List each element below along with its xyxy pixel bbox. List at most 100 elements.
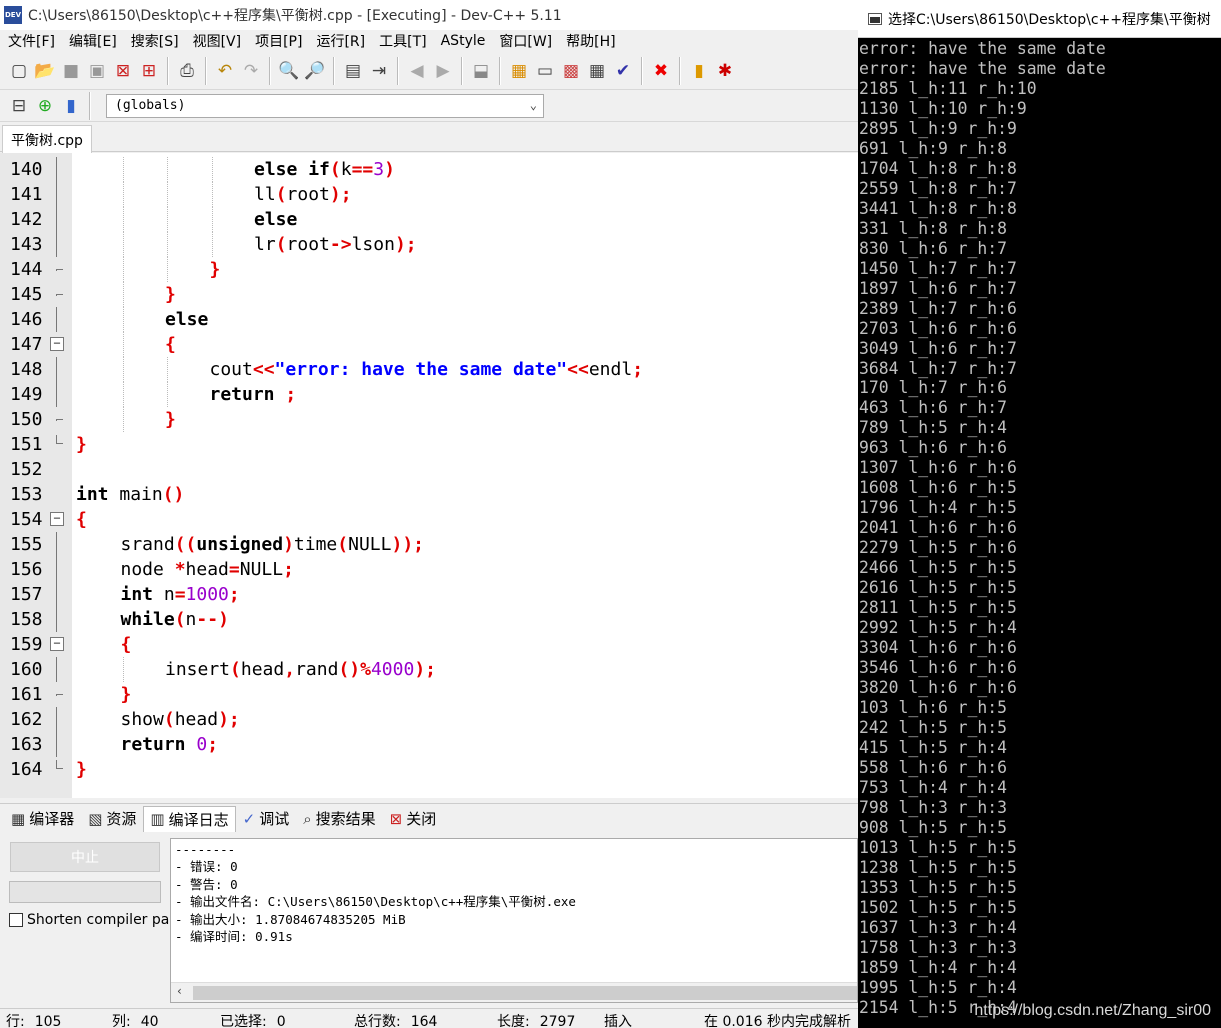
- add-project-icon[interactable]: ⊕: [33, 94, 57, 118]
- replace-icon[interactable]: 🔎: [303, 59, 327, 83]
- close-all-icon[interactable]: ⊞: [137, 59, 161, 83]
- menu-item-6[interactable]: 工具[T]: [371, 31, 432, 51]
- debug-icon[interactable]: ✱: [713, 59, 737, 83]
- line-number: 149: [10, 384, 43, 405]
- stop-execution-icon[interactable]: ✖: [649, 59, 673, 83]
- run-icon[interactable]: ▭: [533, 59, 557, 83]
- menu-item-4[interactable]: 项目[P]: [247, 31, 308, 51]
- menu-item-3[interactable]: 视图[V]: [185, 31, 248, 51]
- code-line[interactable]: 147− {: [0, 332, 858, 357]
- shorten-paths-checkbox[interactable]: [9, 913, 23, 927]
- line-number: 150: [10, 409, 43, 430]
- tab-label: 搜索结果: [315, 810, 376, 828]
- close-file-icon[interactable]: ⊠: [111, 59, 135, 83]
- code-line[interactable]: 151}: [0, 432, 858, 457]
- menu-item-9[interactable]: 帮助[H]: [558, 31, 621, 51]
- fold-toggle-icon[interactable]: −: [50, 512, 64, 526]
- scrollbar-thumb[interactable]: [193, 986, 857, 1000]
- console-line: 1450 l_h:7 r_h:7: [859, 258, 1017, 278]
- fold-line: [56, 232, 57, 257]
- fold-toggle-icon[interactable]: −: [50, 637, 64, 651]
- log-horizontal-scrollbar[interactable]: ‹: [171, 982, 857, 1002]
- tab-balanced-tree-cpp[interactable]: 平衡树.cpp: [2, 125, 92, 153]
- insert-icon[interactable]: ⊟: [7, 94, 31, 118]
- tab-close[interactable]: ⊠ 关闭: [383, 806, 444, 832]
- code-line[interactable]: 143 lr(root->lson);: [0, 232, 858, 257]
- code-line[interactable]: 140 else if(k==3): [0, 157, 858, 182]
- compile-run-icon[interactable]: ▩: [559, 59, 583, 83]
- console-line: 963 l_h:6 r_h:6: [859, 438, 1008, 458]
- code-line[interactable]: 149 return ;: [0, 382, 858, 407]
- code-line[interactable]: 157 int n=1000;: [0, 582, 858, 607]
- forward-icon[interactable]: ▶: [431, 59, 455, 83]
- new-file-icon[interactable]: ▢: [7, 59, 31, 83]
- menu-item-0[interactable]: 文件[F]: [0, 31, 61, 51]
- menu-item-1[interactable]: 编辑[E]: [61, 31, 123, 51]
- log-line: - 输出大小: 1.87084674835205 MiB: [175, 911, 406, 927]
- log-line: - 输出文件名: C:\Users\86150\Desktop\c++程序集\平…: [175, 894, 576, 910]
- code-line[interactable]: 156 node *head=NULL;: [0, 557, 858, 582]
- save-icon[interactable]: ■: [59, 59, 83, 83]
- code-line[interactable]: 162 show(head);: [0, 707, 858, 732]
- scope-dropdown[interactable]: (globals) ⌄: [106, 93, 544, 118]
- line-number: 163: [10, 734, 43, 755]
- code-text: show(head);: [120, 709, 240, 730]
- scroll-left-icon[interactable]: ‹: [177, 984, 182, 998]
- shorten-paths-option[interactable]: Shorten compiler pa: [9, 912, 169, 928]
- undo-icon[interactable]: ↶: [213, 59, 237, 83]
- compile-icon[interactable]: ▦: [507, 59, 531, 83]
- code-line[interactable]: 161}: [0, 682, 858, 707]
- rebuild-icon[interactable]: ▦: [585, 59, 609, 83]
- menu-item-2[interactable]: 搜索[S]: [123, 31, 185, 51]
- bookmark-icon[interactable]: ▮: [59, 94, 83, 118]
- console-window[interactable]: 选择C:\Users\86150\Desktop\c++程序集\平衡树 erro…: [858, 0, 1221, 1028]
- syntax-check-icon[interactable]: ✔: [611, 59, 635, 83]
- tab-grid[interactable]: ▦ 编译器: [4, 806, 81, 832]
- code-line[interactable]: 163 return 0;: [0, 732, 858, 757]
- code-line[interactable]: 155 srand((unsigned)time(NULL));: [0, 532, 858, 557]
- fold-toggle-icon[interactable]: −: [50, 337, 64, 351]
- code-line[interactable]: 152: [0, 457, 858, 482]
- menu-item-5[interactable]: 运行[R]: [308, 31, 371, 51]
- menu-item-8[interactable]: 窗口[W]: [491, 31, 558, 51]
- devcpp-app-icon: DEV: [4, 6, 22, 24]
- code-line[interactable]: 153 int main(): [0, 482, 858, 507]
- goto-line-icon[interactable]: ▤: [341, 59, 365, 83]
- print-icon[interactable]: ⎙: [175, 59, 199, 83]
- console-title-bar: 选择C:\Users\86150\Desktop\c++程序集\平衡树: [858, 0, 1221, 38]
- redo-icon[interactable]: ↷: [239, 59, 263, 83]
- tab-search[interactable]: ⌕ 搜索结果: [296, 806, 382, 832]
- back-icon[interactable]: ◀: [405, 59, 429, 83]
- tab-check[interactable]: ✓ 调试: [236, 806, 297, 832]
- code-line[interactable]: 154−{: [0, 507, 858, 532]
- line-number: 141: [10, 184, 43, 205]
- code-line[interactable]: 158 while(n--): [0, 607, 858, 632]
- code-line[interactable]: 148 cout<<"error: have the same date"<<en…: [0, 357, 858, 382]
- code-line[interactable]: 164}: [0, 757, 858, 782]
- compile-log[interactable]: -------- - 错误: 0- 警告: 0 - 输出文件名: C:\Users\…: [170, 838, 858, 1003]
- find-icon[interactable]: 🔍: [277, 59, 301, 83]
- code-line[interactable]: 142 else: [0, 207, 858, 232]
- fold-marker-icon: [56, 694, 63, 696]
- code-text: return ;: [209, 384, 297, 405]
- code-line[interactable]: 145}: [0, 282, 858, 307]
- tab-resources[interactable]: ▧ 资源: [81, 806, 143, 832]
- stop-button[interactable]: 中止: [10, 842, 160, 872]
- chevron-down-icon[interactable]: ⌄: [530, 98, 537, 112]
- goto-icon[interactable]: ⇥: [367, 59, 391, 83]
- code-line[interactable]: 159− {: [0, 632, 858, 657]
- code-line[interactable]: 146 else: [0, 307, 858, 332]
- profile-chart-icon[interactable]: ▮: [687, 59, 711, 83]
- code-line[interactable]: 144}: [0, 257, 858, 282]
- code-line[interactable]: 160 insert(head,rand()%4000);: [0, 657, 858, 682]
- tab-label: 编译日志: [168, 810, 229, 829]
- code-editor[interactable]: 140 else if(k==3) 141 ll(root); 142 else 143 lr…: [0, 153, 858, 798]
- code-line[interactable]: 150}: [0, 407, 858, 432]
- menu-item-7[interactable]: AStyle: [433, 33, 492, 49]
- open-file-icon[interactable]: 📂: [33, 59, 57, 83]
- save-all-icon[interactable]: ▣: [85, 59, 109, 83]
- tab-bar-chart[interactable]: ▥ 编译日志: [143, 805, 236, 832]
- status-col: 列: 40: [112, 1014, 159, 1028]
- toggle-comment-icon[interactable]: ⬓: [469, 59, 493, 83]
- code-line[interactable]: 141 ll(root);: [0, 182, 858, 207]
